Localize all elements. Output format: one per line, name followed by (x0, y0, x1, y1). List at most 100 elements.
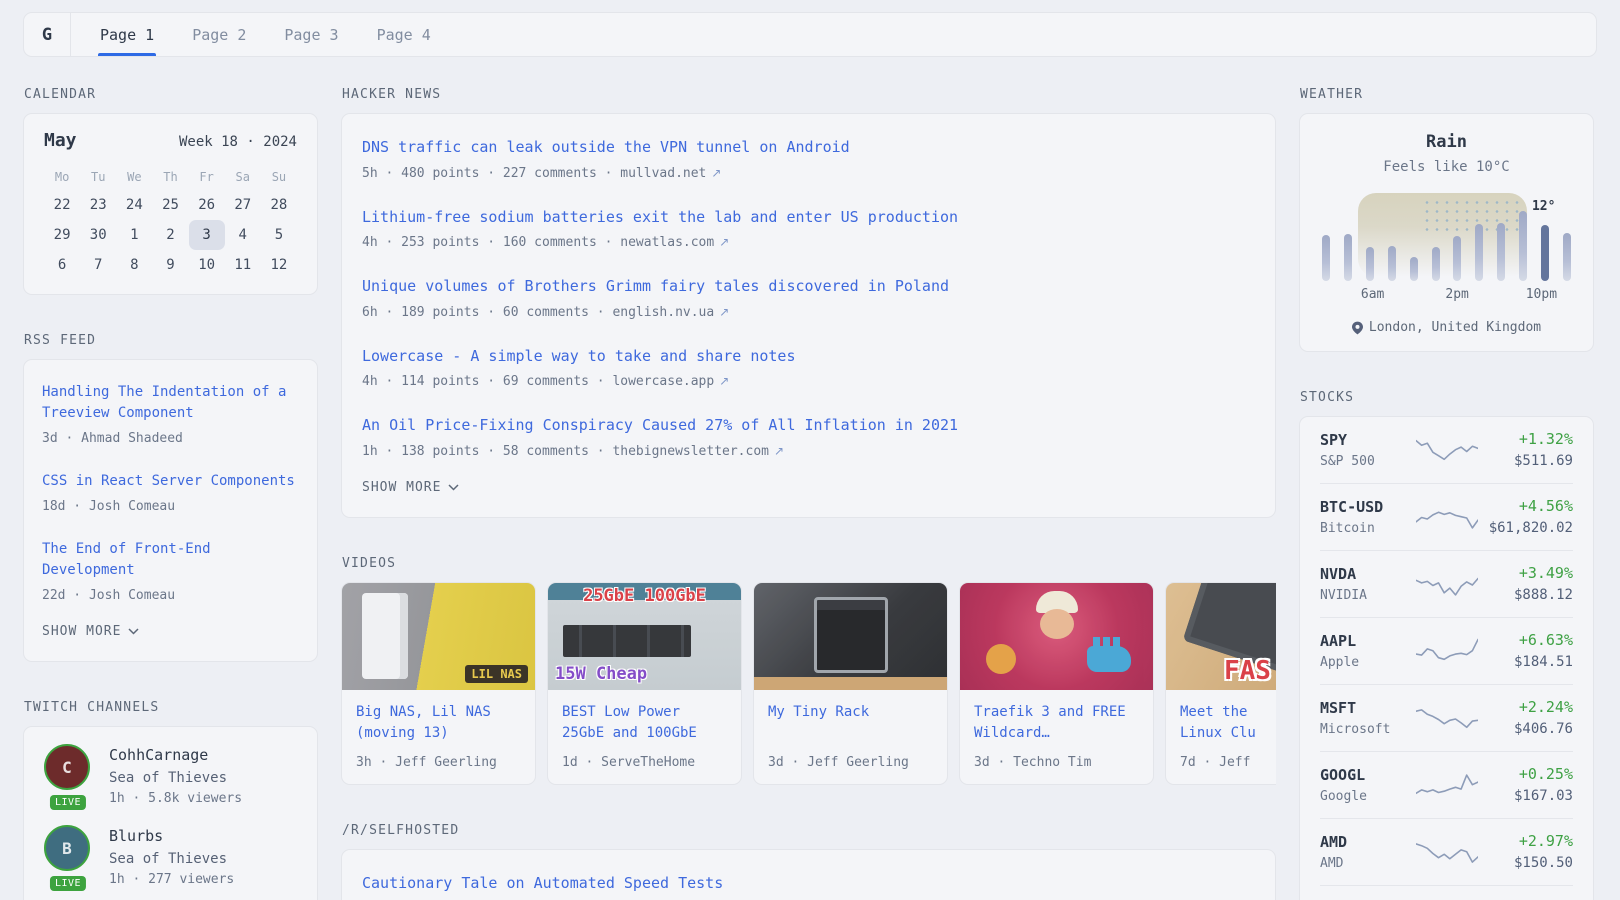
rss-item-title[interactable]: The End of Front-End Development (42, 539, 299, 581)
hn-item-meta[interactable]: 4h · 253 points · 160 comments · newatla… (362, 235, 1255, 250)
video-card: 25GbE 100GbE 15W Cheap BEST Low Power 25… (547, 582, 742, 785)
twitch-channel-name[interactable]: CohhCarnage (109, 746, 242, 764)
twitch-channel-name[interactable]: Blurbs (109, 827, 234, 845)
weather-time-label: 6am (1361, 287, 1384, 302)
stock-row[interactable]: SPY S&P 500 +1.32% $511.69 (1320, 417, 1573, 483)
calendar-day: 8 (116, 250, 152, 280)
stock-row[interactable]: RDDT -1.59% (1320, 885, 1573, 900)
hn-item: Unique volumes of Brothers Grimm fairy t… (362, 262, 1255, 332)
tab-page-1[interactable]: Page 1 (86, 13, 168, 56)
video-title[interactable]: Traefik 3 and FREE Wildcard… (974, 702, 1139, 746)
show-more-button[interactable]: SHOW MORE (362, 471, 1255, 508)
stock-row[interactable]: BTC-USD Bitcoin +4.56% $61,820.02 (1320, 483, 1573, 550)
thumbnail-text-top: 25GbE 100GbE (548, 586, 741, 606)
calendar-week-year: Week 18 · 2024 (179, 134, 297, 150)
calendar-weekday: Th (152, 164, 188, 190)
rss-item: CSS in React Server Components 18d · Jos… (42, 458, 299, 526)
calendar-day: 28 (261, 190, 297, 220)
calendar-day: 27 (225, 190, 261, 220)
weather-bar (1519, 211, 1527, 281)
stock-row[interactable]: AMD AMD +2.97% $150.50 (1320, 818, 1573, 885)
weather-time-axis: 6am2pm10pm (1320, 287, 1573, 305)
dashboard-page: G Page 1 Page 2 Page 3 Page 4 CALENDAR M… (0, 0, 1620, 900)
stock-sparkline (1416, 500, 1478, 534)
video-title[interactable]: Meet the Linux Clu (1180, 702, 1276, 746)
calendar-day: 29 (44, 220, 80, 250)
hn-item-title[interactable]: Unique volumes of Brothers Grimm fairy t… (362, 275, 1255, 298)
hn-item: DNS traffic can leak outside the VPN tun… (362, 123, 1255, 193)
video-thumbnail[interactable]: FAS (1166, 583, 1276, 690)
weather-widget: Rain Feels like 10°C 12° 6am2pm10pm Lond… (1299, 113, 1594, 352)
reddit-item-title[interactable]: Cautionary Tale on Automated Speed Tests (362, 872, 1255, 895)
desk-art (754, 677, 947, 690)
video-card: LIL NAS Big NAS, Lil NAS (moving 13) 3h … (341, 582, 536, 785)
calendar-day: 30 (80, 220, 116, 250)
stock-row[interactable]: AAPL Apple +6.63% $184.51 (1320, 617, 1573, 684)
stock-row[interactable]: GOOGL Google +0.25% $167.03 (1320, 751, 1573, 818)
video-byline: 3d · Techno Tim (974, 755, 1139, 770)
stock-symbol: SPY (1320, 431, 1416, 449)
video-thumbnail[interactable]: LIL NAS (342, 583, 535, 690)
hn-item-meta[interactable]: 6h · 189 points · 60 comments · english.… (362, 305, 1255, 320)
weather-bar (1475, 224, 1483, 281)
section-title-selfhosted: /R/SELFHOSTED (342, 823, 1276, 838)
selfhosted-section: /R/SELFHOSTED Cautionary Tale on Automat… (341, 823, 1276, 900)
twitch-widget: C LIVE CohhCarnage Sea of Thieves 1h · 5… (23, 726, 318, 900)
stocks-section: STOCKS SPY S&P 500 +1.32% $511.69 (1299, 390, 1594, 900)
stock-symbol: AAPL (1320, 632, 1416, 650)
hn-item-meta[interactable]: 4h · 114 points · 69 comments · lowercas… (362, 374, 1255, 389)
hn-item-title[interactable]: Lithium-free sodium batteries exit the l… (362, 206, 1255, 229)
hn-item-meta[interactable]: 5h · 480 points · 227 comments · mullvad… (362, 166, 1255, 181)
rss-item: The End of Front-End Development 22d · J… (42, 526, 299, 615)
rss-item-meta: 3d · Ahmad Shadeed (42, 431, 299, 446)
tab-page-4[interactable]: Page 4 (363, 13, 445, 56)
video-thumbnail[interactable] (960, 583, 1153, 690)
stock-name: Google (1320, 789, 1416, 804)
external-link-icon: ↗ (719, 374, 729, 388)
video-thumbnail[interactable]: 25GbE 100GbE 15W Cheap (548, 583, 741, 690)
tab-page-2[interactable]: Page 2 (178, 13, 260, 56)
chevron-down-icon (448, 484, 459, 491)
weather-bar (1563, 233, 1571, 281)
calendar-day: 4 (225, 220, 261, 250)
calendar-weekday: We (116, 164, 152, 190)
hn-item-meta[interactable]: 1h · 138 points · 58 comments · thebigne… (362, 444, 1255, 459)
server-rack-art (814, 597, 888, 673)
twitch-avatar[interactable]: B (44, 825, 90, 871)
rss-item-title[interactable]: Handling The Indentation of a Treeview C… (42, 382, 299, 424)
video-title[interactable]: My Tiny Rack (768, 702, 933, 746)
stock-change: +2.97% (1478, 832, 1574, 850)
thumbnail-text-bottom: 15W Cheap (555, 664, 647, 684)
hn-item-title[interactable]: DNS traffic can leak outside the VPN tun… (362, 136, 1255, 159)
rss-item-meta: 22d · Josh Comeau (42, 588, 299, 603)
stock-sparkline (1416, 701, 1478, 735)
stock-row[interactable]: MSFT Microsoft +2.24% $406.76 (1320, 684, 1573, 751)
hn-item-title[interactable]: An Oil Price-Fixing Conspiracy Caused 27… (362, 414, 1255, 437)
app-logo[interactable]: G (24, 13, 71, 56)
stock-change: +3.49% (1478, 564, 1574, 582)
twitch-avatar[interactable]: C (44, 744, 90, 790)
stock-change: +0.25% (1478, 765, 1574, 783)
video-title[interactable]: BEST Low Power 25GbE and 100GbE Switch… (562, 702, 727, 746)
stock-price: $150.50 (1478, 855, 1574, 871)
videos-section: VIDEOS LIL NAS Big NAS, Lil NAS (moving … (341, 556, 1276, 785)
calendar-day: 22 (44, 190, 80, 220)
hn-item-title[interactable]: Lowercase - A simple way to take and sha… (362, 345, 1255, 368)
weather-bar (1541, 225, 1549, 281)
tab-page-3[interactable]: Page 3 (270, 13, 352, 56)
stock-row[interactable]: NVDA NVIDIA +3.49% $888.12 (1320, 550, 1573, 617)
weather-bar (1432, 247, 1440, 281)
show-more-button[interactable]: SHOW MORE (42, 615, 299, 652)
stock-sparkline (1416, 835, 1478, 869)
stock-symbol: AMD (1320, 833, 1416, 851)
rss-item-title[interactable]: CSS in React Server Components (42, 471, 299, 492)
calendar-day: 6 (44, 250, 80, 280)
section-title-hackernews: HACKER NEWS (342, 87, 1276, 102)
twitch-channel-row: B LIVE Blurbs Sea of Thieves 1h · 277 vi… (44, 825, 297, 887)
calendar-weekday: Tu (80, 164, 116, 190)
video-title[interactable]: Big NAS, Lil NAS (moving 13) (356, 702, 521, 746)
live-badge: LIVE (50, 795, 86, 810)
calendar-day: 2 (152, 220, 188, 250)
video-thumbnail[interactable] (754, 583, 947, 690)
location-pin-icon (1352, 321, 1363, 335)
